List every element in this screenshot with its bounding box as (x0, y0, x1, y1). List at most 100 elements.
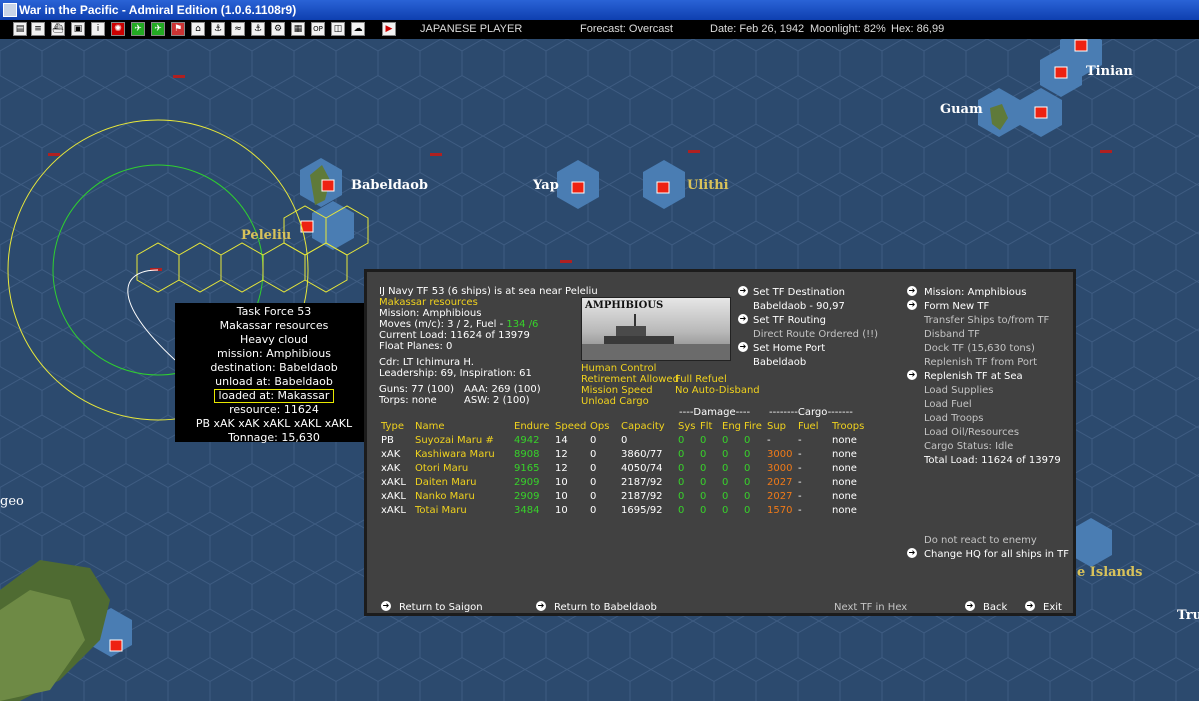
exit-button[interactable]: Exit (1043, 602, 1062, 614)
cell-ship-name[interactable]: Totai Maru (415, 503, 514, 517)
col-header-speed[interactable]: Speed (555, 419, 590, 433)
cell-fuel: - (798, 490, 802, 502)
table-row[interactable]: xAKL Nanko Maru 2909 10 0 2187/92 0 0 0 … (381, 489, 878, 503)
col-header-capacity[interactable]: Capacity (621, 419, 678, 433)
flag-no-auto-disband[interactable]: No Auto-Disband (675, 385, 760, 397)
cell-fire: 0 (744, 504, 751, 516)
ship-table: Type Name Endure Speed Ops Capacity Sys … (381, 419, 878, 517)
map-label-ulithi[interactable]: Ulithi (687, 178, 729, 193)
map-label-guam[interactable]: Guam (940, 102, 983, 117)
back-button[interactable]: Back (983, 602, 1007, 614)
back-arrow-icon[interactable]: ➔ (965, 601, 975, 611)
arrow-right-icon[interactable]: ➔ (907, 300, 917, 310)
list-icon[interactable]: ≡ (31, 22, 45, 36)
play-icon[interactable]: ▶ (382, 22, 396, 36)
cell-fire: 0 (744, 434, 751, 446)
db-icon[interactable]: ◫ (331, 22, 345, 36)
col-header-sys[interactable]: Sys (678, 419, 700, 433)
change-hq-button[interactable]: Change HQ for all ships in TF (924, 549, 1069, 561)
arrow-right-icon[interactable]: ➔ (738, 286, 748, 296)
cell-ship-name[interactable]: Daiten Maru (415, 475, 514, 489)
col-header-fuel[interactable]: Fuel (798, 419, 832, 433)
do-not-react-option[interactable]: Do not react to enemy (924, 535, 1037, 547)
next-tf-in-hex-button[interactable]: Next TF in Hex (834, 602, 907, 614)
tank-icon[interactable]: ⌂ (191, 22, 205, 36)
map-label-tru[interactable]: Tru (1177, 608, 1199, 623)
arrow-right-icon[interactable]: ➔ (536, 601, 546, 611)
transfer-ships-button[interactable]: Transfer Ships to/from TF (924, 315, 1049, 327)
mission-button[interactable]: Mission: Amphibious (924, 287, 1026, 299)
form-new-tf-button[interactable]: Form New TF (924, 301, 989, 313)
col-header-eng[interactable]: Eng (722, 419, 744, 433)
col-header-endure[interactable]: Endure (514, 419, 555, 433)
cell-ship-name[interactable]: Nanko Maru (415, 489, 514, 503)
sub-icon[interactable]: ≈ (231, 22, 245, 36)
disband-tf-button[interactable]: Disband TF (924, 329, 980, 341)
settings-icon[interactable]: ⚙ (271, 22, 285, 36)
load-supplies-button[interactable]: Load Supplies (924, 385, 993, 397)
player-label: JAPANESE PLAYER (420, 23, 523, 35)
replenish-sea-button[interactable]: Replenish TF at Sea (924, 371, 1023, 383)
hex-label: Hex: 86,99 (891, 23, 945, 35)
cell-ship-name[interactable]: Otori Maru (415, 461, 514, 475)
return-to-babeldaob-button[interactable]: Return to Babeldaob (554, 602, 657, 614)
map-label-yap[interactable]: Yap (533, 178, 559, 193)
flag-unload-cargo[interactable]: Unload Cargo (581, 396, 649, 408)
rising-sun-icon[interactable]: ✺ (111, 22, 125, 36)
photo-sea (582, 344, 730, 360)
cell-ship-name[interactable]: Suyozai Maru # (415, 433, 514, 447)
ship-icon[interactable]: ⛴ (51, 22, 65, 36)
cell-capacity: 3860/77 (621, 448, 663, 460)
set-tf-routing-button[interactable]: Set TF Routing (753, 315, 826, 327)
fleet-icon[interactable]: ⚓ (211, 22, 225, 36)
cell-capacity: 2187/92 (621, 476, 663, 488)
arrow-right-icon[interactable]: ➔ (907, 370, 917, 380)
info-icon[interactable]: i (91, 22, 105, 36)
arrow-right-icon[interactable]: ➔ (907, 286, 917, 296)
load-troops-button[interactable]: Load Troops (924, 413, 984, 425)
report-icon[interactable]: ▤ (13, 22, 27, 36)
replenish-port-button[interactable]: Replenish TF from Port (924, 357, 1037, 369)
cell-flt: 0 (700, 504, 707, 516)
col-header-troops[interactable]: Troops (832, 419, 878, 433)
op-icon[interactable]: OP (311, 22, 325, 36)
map-label-babeldaob[interactable]: Babeldaob (351, 178, 428, 193)
cell-fuel: - (798, 434, 802, 446)
col-header-flt[interactable]: Flt (700, 419, 722, 433)
map-label-islands[interactable]: e Islands (1077, 565, 1142, 580)
return-to-saigon-button[interactable]: Return to Saigon (399, 602, 483, 614)
arrow-right-icon[interactable]: ➔ (381, 601, 391, 611)
table-row[interactable]: PB Suyozai Maru # 4942 14 0 0 0 0 0 0 - … (381, 433, 878, 447)
load-fuel-button[interactable]: Load Fuel (924, 399, 972, 411)
col-header-ops[interactable]: Ops (590, 419, 621, 433)
cell-flt: 0 (700, 462, 707, 474)
cell-sys: 0 (678, 462, 685, 474)
plane-icon[interactable]: ✈ (151, 22, 165, 36)
table-row[interactable]: xAKL Daiten Maru 2909 10 0 2187/92 0 0 0… (381, 475, 878, 489)
cell-type: xAKL (381, 490, 406, 502)
flag-icon[interactable]: ⚑ (171, 22, 185, 36)
base-icon[interactable]: ▣ (71, 22, 85, 36)
arrow-right-icon[interactable]: ➔ (907, 548, 917, 558)
convoy-icon[interactable]: ⚓ (251, 22, 265, 36)
arrow-right-icon[interactable]: ➔ (738, 314, 748, 324)
table-row[interactable]: xAK Kashiwara Maru 8908 12 0 3860/77 0 0… (381, 447, 878, 461)
cell-ship-name[interactable]: Kashiwara Maru (415, 447, 514, 461)
set-tf-destination-button[interactable]: Set TF Destination (753, 287, 845, 299)
table-row[interactable]: xAK Otori Maru 9165 12 0 4050/74 0 0 0 0… (381, 461, 878, 475)
col-header-name[interactable]: Name (415, 419, 514, 433)
map-label-tinian[interactable]: Tinian (1086, 64, 1133, 79)
exit-arrow-icon[interactable]: ➔ (1025, 601, 1035, 611)
weather-icon[interactable]: ☁ (351, 22, 365, 36)
col-header-fire[interactable]: Fire (744, 419, 767, 433)
col-header-type[interactable]: Type (381, 419, 415, 433)
map-label-peleliu[interactable]: Peleliu (241, 228, 291, 243)
load-oil-button[interactable]: Load Oil/Resources (924, 427, 1019, 439)
aircraft-icon[interactable]: ✈ (131, 22, 145, 36)
arrow-right-icon[interactable]: ➔ (738, 342, 748, 352)
grid-icon[interactable]: ▦ (291, 22, 305, 36)
dock-tf-button[interactable]: Dock TF (15,630 tons) (924, 343, 1035, 355)
table-row[interactable]: xAKL Totai Maru 3484 10 0 1695/92 0 0 0 … (381, 503, 878, 517)
col-header-sup[interactable]: Sup (767, 419, 798, 433)
set-home-port-button[interactable]: Set Home Port (753, 343, 825, 355)
